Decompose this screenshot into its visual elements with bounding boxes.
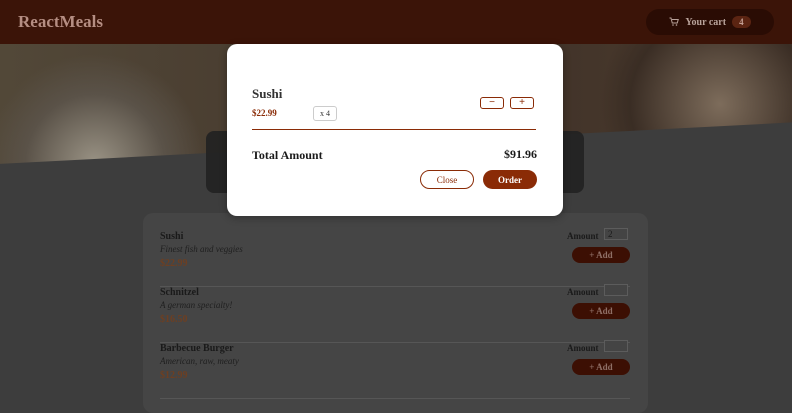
total-amount: $91.96 <box>504 147 537 161</box>
close-button[interactable]: Close <box>420 170 474 189</box>
amount-label: Amount <box>567 287 599 297</box>
meal-description: American, raw, meaty <box>160 356 239 366</box>
meal-item-schnitzel: Schnitzel A german specialty! $16.50 Amo… <box>160 284 630 343</box>
add-button[interactable]: + Add <box>572 247 630 263</box>
amount-label: Amount <box>567 343 599 353</box>
decrease-quantity-button[interactable]: − <box>480 97 504 109</box>
amount-label: Amount <box>567 231 599 241</box>
meal-price: $22.99 <box>160 258 188 269</box>
cart-item-name: Sushi <box>252 86 283 101</box>
amount-input[interactable] <box>604 284 628 296</box>
cart-item-price: $22.99 <box>252 108 277 118</box>
meal-price: $16.50 <box>160 314 188 325</box>
meal-name: Schnitzel <box>160 287 199 298</box>
amount-input[interactable]: 2 <box>604 228 628 240</box>
meal-item-sushi: Sushi Finest fish and veggies $22.99 Amo… <box>160 228 630 287</box>
add-button[interactable]: + Add <box>572 303 630 319</box>
increase-quantity-button[interactable]: + <box>510 97 534 109</box>
cart-icon <box>669 17 680 27</box>
meals-list: Sushi Finest fish and veggies $22.99 Amo… <box>143 213 648 413</box>
cart-count-badge: 4 <box>732 16 751 28</box>
meal-description: A german specialty! <box>160 300 233 310</box>
total-label: Total Amount <box>252 148 323 162</box>
cart-label: Your cart <box>685 16 727 28</box>
app-header: ReactMeals Your cart 4 <box>0 0 792 44</box>
order-button[interactable]: Order <box>483 170 537 189</box>
cart-item-quantity: x 4 <box>313 106 337 121</box>
cart-divider <box>252 129 536 130</box>
meal-name: Barbecue Burger <box>160 343 234 354</box>
meal-name: Sushi <box>160 231 184 242</box>
cart-modal: Sushi $22.99 x 4 − + Total Amount $91.96… <box>227 44 563 216</box>
amount-input[interactable] <box>604 340 628 352</box>
meal-price: $12.99 <box>160 370 188 381</box>
meal-item-barbecue-burger: Barbecue Burger American, raw, meaty $12… <box>160 340 630 399</box>
brand-title: ReactMeals <box>18 12 103 31</box>
cart-button[interactable]: Your cart 4 <box>646 9 774 35</box>
meal-description: Finest fish and veggies <box>160 244 243 254</box>
add-button[interactable]: + Add <box>572 359 630 375</box>
